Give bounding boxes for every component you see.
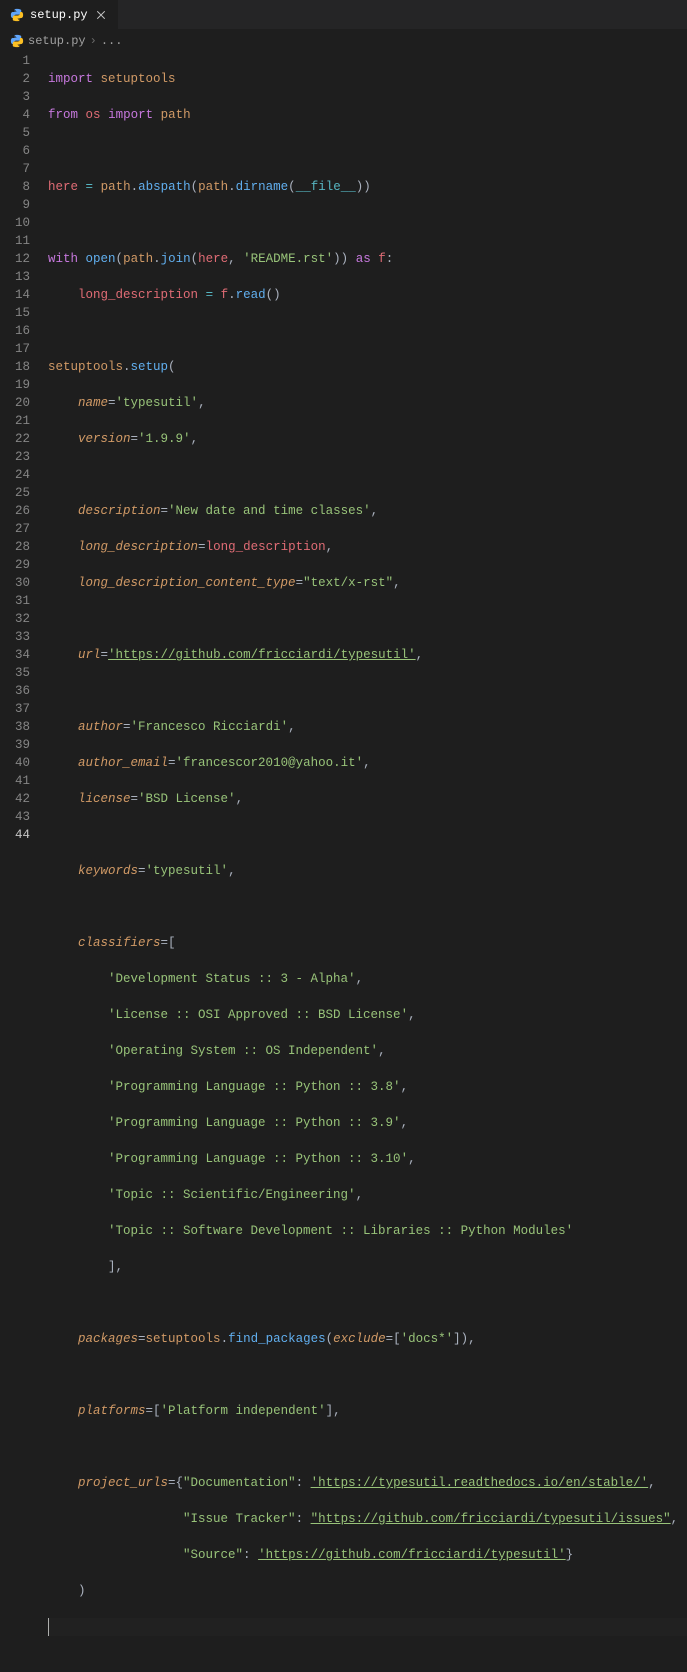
line-number: 20	[0, 394, 30, 412]
line-number: 11	[0, 232, 30, 250]
line-number: 35	[0, 664, 30, 682]
line-number: 28	[0, 538, 30, 556]
line-number: 7	[0, 160, 30, 178]
line-number: 22	[0, 430, 30, 448]
breadcrumb[interactable]: setup.py › ...	[0, 30, 687, 52]
line-number: 30	[0, 574, 30, 592]
line-number: 37	[0, 700, 30, 718]
line-number: 27	[0, 520, 30, 538]
line-number: 16	[0, 322, 30, 340]
breadcrumb-more: ...	[101, 34, 123, 48]
line-number: 25	[0, 484, 30, 502]
python-file-icon	[10, 34, 24, 48]
close-icon[interactable]	[94, 8, 108, 22]
line-number: 13	[0, 268, 30, 286]
line-number: 41	[0, 772, 30, 790]
line-number: 23	[0, 448, 30, 466]
line-number: 32	[0, 610, 30, 628]
line-number: 43	[0, 808, 30, 826]
line-number: 17	[0, 340, 30, 358]
line-number: 2	[0, 70, 30, 88]
code-content[interactable]: import setuptools from os import path he…	[48, 52, 687, 857]
line-number: 6	[0, 142, 30, 160]
line-number: 5	[0, 124, 30, 142]
line-number: 14	[0, 286, 30, 304]
line-number: 4	[0, 106, 30, 124]
line-number: 29	[0, 556, 30, 574]
line-number: 10	[0, 214, 30, 232]
line-number: 39	[0, 736, 30, 754]
line-number: 24	[0, 466, 30, 484]
chevron-right-icon: ›	[90, 34, 97, 48]
line-number: 26	[0, 502, 30, 520]
line-number: 12	[0, 250, 30, 268]
tab-bar: setup.py	[0, 0, 687, 30]
code-editor[interactable]: 1234567891011121314151617181920212223242…	[0, 52, 687, 857]
tab-label: setup.py	[30, 8, 88, 22]
line-number: 36	[0, 682, 30, 700]
line-number: 34	[0, 646, 30, 664]
python-file-icon	[10, 8, 24, 22]
line-number: 42	[0, 790, 30, 808]
line-number: 31	[0, 592, 30, 610]
line-number: 3	[0, 88, 30, 106]
line-number: 44	[0, 826, 30, 844]
line-number: 33	[0, 628, 30, 646]
line-number: 38	[0, 718, 30, 736]
line-number: 21	[0, 412, 30, 430]
line-number: 40	[0, 754, 30, 772]
tab-setup-py[interactable]: setup.py	[0, 0, 118, 30]
breadcrumb-filename: setup.py	[28, 34, 86, 48]
line-number: 15	[0, 304, 30, 322]
line-number-gutter: 1234567891011121314151617181920212223242…	[0, 52, 48, 857]
line-number: 18	[0, 358, 30, 376]
line-number: 8	[0, 178, 30, 196]
line-number: 19	[0, 376, 30, 394]
line-number: 1	[0, 52, 30, 70]
line-number: 9	[0, 196, 30, 214]
text-cursor	[48, 1618, 49, 1636]
